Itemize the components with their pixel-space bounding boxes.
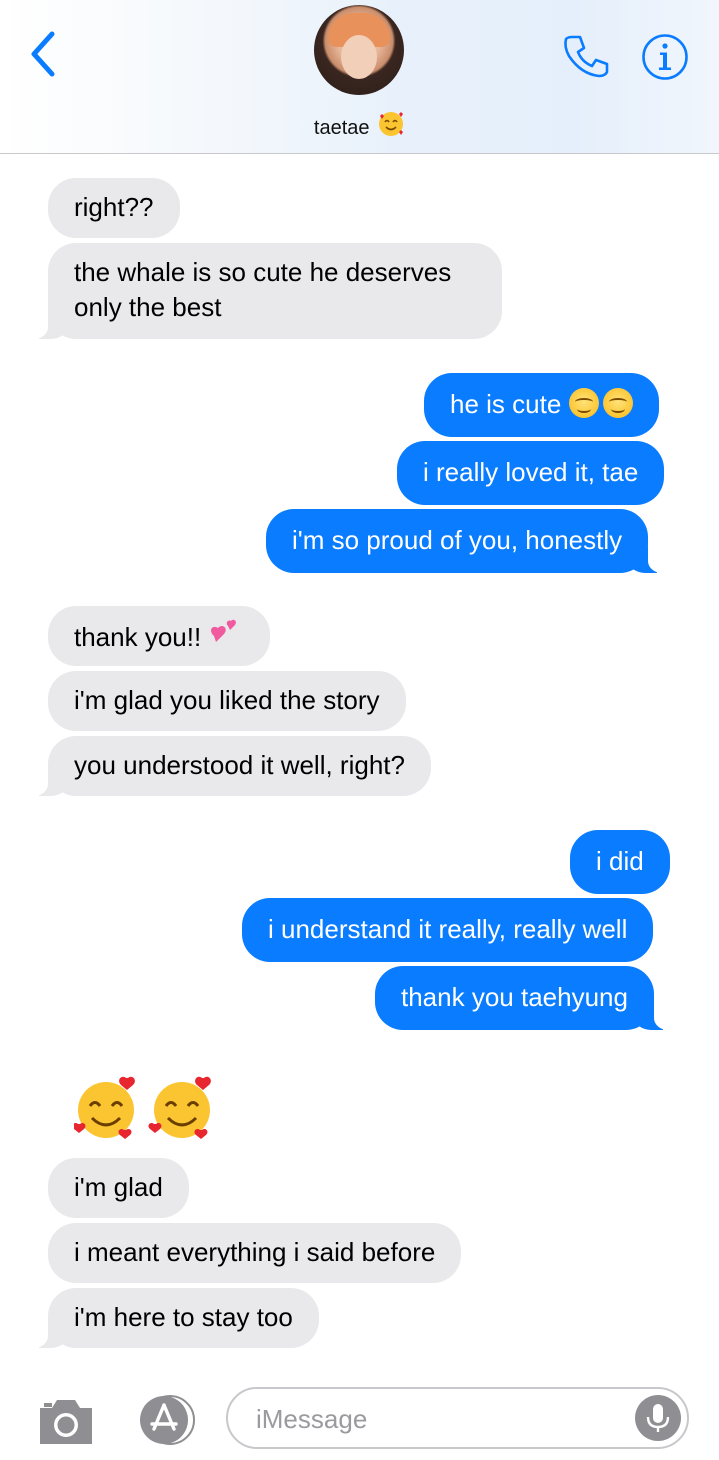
message-text: thank you!! bbox=[74, 622, 202, 652]
message-input[interactable] bbox=[254, 1397, 628, 1441]
message-input-field[interactable] bbox=[226, 1387, 689, 1449]
message-text: i'm here to stay too bbox=[74, 1302, 293, 1332]
contact-name[interactable]: taetae bbox=[0, 110, 719, 144]
smiling-face-icon bbox=[602, 388, 633, 418]
conversation-header: taetae bbox=[0, 0, 719, 154]
contact-name-label: taetae bbox=[313, 117, 370, 139]
message-bubble-incoming[interactable]: i'm glad bbox=[48, 1158, 189, 1218]
smiling-face-with-hearts-icon bbox=[377, 110, 405, 144]
message-text: i understand it really, really well bbox=[268, 914, 628, 944]
app-store-icon bbox=[140, 1395, 195, 1445]
message-text: the whale is so cute he deserves only th… bbox=[74, 257, 452, 322]
message-bubble-incoming[interactable]: i'm glad you liked the story bbox=[48, 671, 406, 731]
details-button[interactable] bbox=[641, 33, 689, 81]
chevron-left-icon bbox=[31, 31, 55, 77]
message-text: i'm glad bbox=[74, 1172, 163, 1202]
message-bubble-outgoing[interactable]: i'm so proud of you, honestly bbox=[266, 509, 671, 573]
smiling-face-with-hearts-icon bbox=[72, 1076, 211, 1139]
message-bubble-incoming[interactable]: right?? bbox=[48, 178, 180, 238]
info-icon bbox=[642, 34, 688, 80]
message-text: i meant everything i said before bbox=[74, 1237, 436, 1267]
message-bubble-outgoing[interactable]: he is cute bbox=[424, 373, 659, 437]
camera-icon bbox=[40, 1400, 92, 1444]
smiling-face-icon bbox=[568, 388, 599, 418]
message-bubble-outgoing[interactable]: i really loved it, tae bbox=[397, 441, 665, 505]
phone-icon bbox=[564, 35, 609, 78]
audio-call-button[interactable] bbox=[562, 32, 612, 82]
message-text: you understood it well, right? bbox=[74, 750, 405, 780]
contact-avatar[interactable] bbox=[314, 5, 404, 95]
message-text: i did bbox=[596, 846, 644, 876]
app-store-button[interactable] bbox=[130, 1395, 196, 1445]
camera-button[interactable] bbox=[36, 1394, 96, 1448]
message-bubble-outgoing[interactable]: i understand it really, really well bbox=[242, 898, 654, 962]
back-button[interactable] bbox=[24, 28, 64, 80]
message-text: he is cute bbox=[450, 389, 562, 419]
message-text: thank you taehyung bbox=[401, 982, 628, 1012]
message-bubble-incoming[interactable]: thank you!! bbox=[48, 606, 271, 666]
message-bubble-incoming[interactable]: the whale is so cute he deserves only th… bbox=[26, 243, 502, 339]
message-text: i really loved it, tae bbox=[423, 457, 639, 487]
message-text: i'm so proud of you, honestly bbox=[292, 525, 623, 555]
dictation-button[interactable] bbox=[635, 1395, 681, 1441]
message-bubble-incoming[interactable]: you understood it well, right? bbox=[26, 736, 431, 796]
two-hearts-icon bbox=[208, 618, 244, 661]
message-text: right?? bbox=[74, 192, 154, 222]
microphone-icon bbox=[646, 1404, 670, 1432]
message-bubble-incoming[interactable]: i meant everything i said before bbox=[48, 1223, 462, 1283]
message-bubble-incoming[interactable]: i'm here to stay too bbox=[26, 1288, 319, 1348]
message-text: i'm glad you liked the story bbox=[74, 685, 380, 715]
emoji-message[interactable] bbox=[72, 1074, 224, 1144]
message-bubble-outgoing[interactable]: i did bbox=[570, 830, 670, 894]
message-bubble-outgoing[interactable]: thank you taehyung bbox=[375, 966, 676, 1030]
